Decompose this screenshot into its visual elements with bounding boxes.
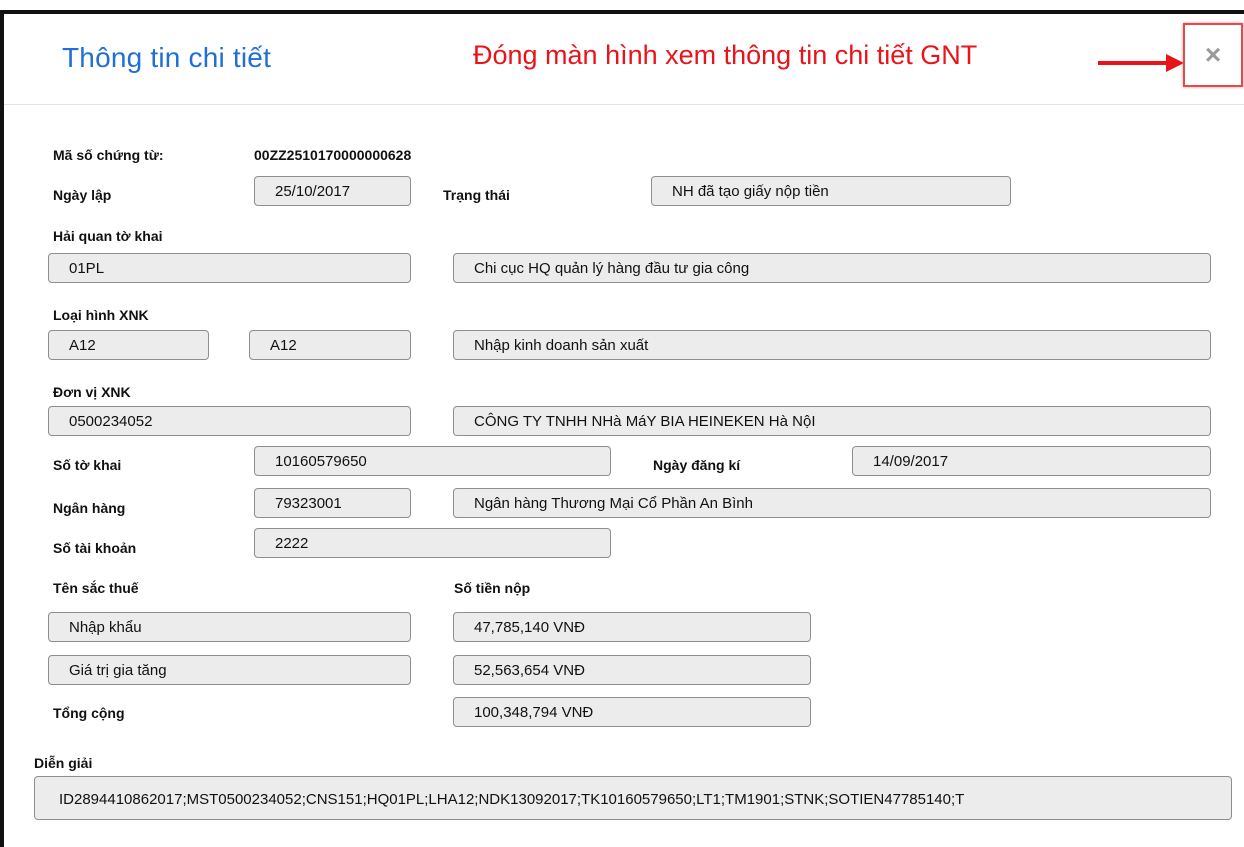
description-label: Diễn giải	[34, 755, 93, 771]
registration-date-field[interactable]: 14/09/2017	[852, 446, 1211, 476]
declaration-number-label: Số tờ khai	[53, 457, 122, 473]
customs-code-field[interactable]: 01PL	[48, 253, 411, 283]
total-label: Tổng cộng	[53, 705, 125, 721]
importer-label: Đơn vị XNK	[53, 384, 131, 400]
importer-name-field[interactable]: CÔNG TY TNHH NHà MáY BIA HEINEKEN Hà NộI	[453, 406, 1211, 436]
importer-tax-code-field[interactable]: 0500234052	[48, 406, 411, 436]
bank-code-field[interactable]: 79323001	[254, 488, 411, 518]
tax-type-header: Tên sắc thuế	[53, 580, 139, 596]
tax-amount-field[interactable]: 47,785,140 VNĐ	[453, 612, 811, 642]
bank-label: Ngân hàng	[53, 500, 126, 516]
arrow-right-icon	[1098, 54, 1184, 72]
registration-date-label: Ngày đăng kí	[653, 457, 741, 473]
close-icon: ×	[1204, 39, 1222, 70]
close-annotation: Đóng màn hình xem thông tin chi tiết GNT	[473, 40, 978, 70]
payment-amount-header: Số tiền nộp	[454, 580, 531, 596]
import-export-type-name[interactable]: Nhập kinh doanh sản xuất	[453, 330, 1211, 360]
bank-name-field[interactable]: Ngân hàng Thương Mại Cổ Phần An Bình	[453, 488, 1211, 518]
declaration-number-field[interactable]: 10160579650	[254, 446, 611, 476]
header-divider	[4, 104, 1244, 105]
created-date-field[interactable]: 25/10/2017	[254, 176, 411, 206]
import-export-type-label: Loại hình XNK	[53, 307, 149, 323]
description-field[interactable]: ID2894410862017;MST0500234052;CNS151;HQ0…	[34, 776, 1232, 820]
customs-name-field[interactable]: Chi cục HQ quản lý hàng đầu tư gia công	[453, 253, 1211, 283]
created-date-label: Ngày lập	[53, 187, 112, 203]
import-export-type-code-1[interactable]: A12	[48, 330, 209, 360]
document-code-value: 00ZZ2510170000000628	[254, 147, 412, 163]
tax-amount-field[interactable]: 52,563,654 VNĐ	[453, 655, 811, 685]
account-number-field[interactable]: 2222	[254, 528, 611, 558]
close-button[interactable]: ×	[1183, 23, 1243, 87]
account-number-label: Số tài khoản	[53, 540, 137, 556]
status-field[interactable]: NH đã tạo giấy nộp tiền	[651, 176, 1011, 206]
document-code-label: Mã số chứng từ:	[53, 147, 164, 163]
tax-type-field[interactable]: Giá trị gia tăng	[48, 655, 411, 685]
status-label: Trạng thái	[443, 187, 510, 203]
total-amount-field[interactable]: 100,348,794 VNĐ	[453, 697, 811, 727]
tax-type-field[interactable]: Nhập khẩu	[48, 612, 411, 642]
dialog-title: Thông tin chi tiết	[62, 42, 272, 73]
customs-label: Hải quan tờ khai	[53, 228, 163, 244]
import-export-type-code-2[interactable]: A12	[249, 330, 411, 360]
